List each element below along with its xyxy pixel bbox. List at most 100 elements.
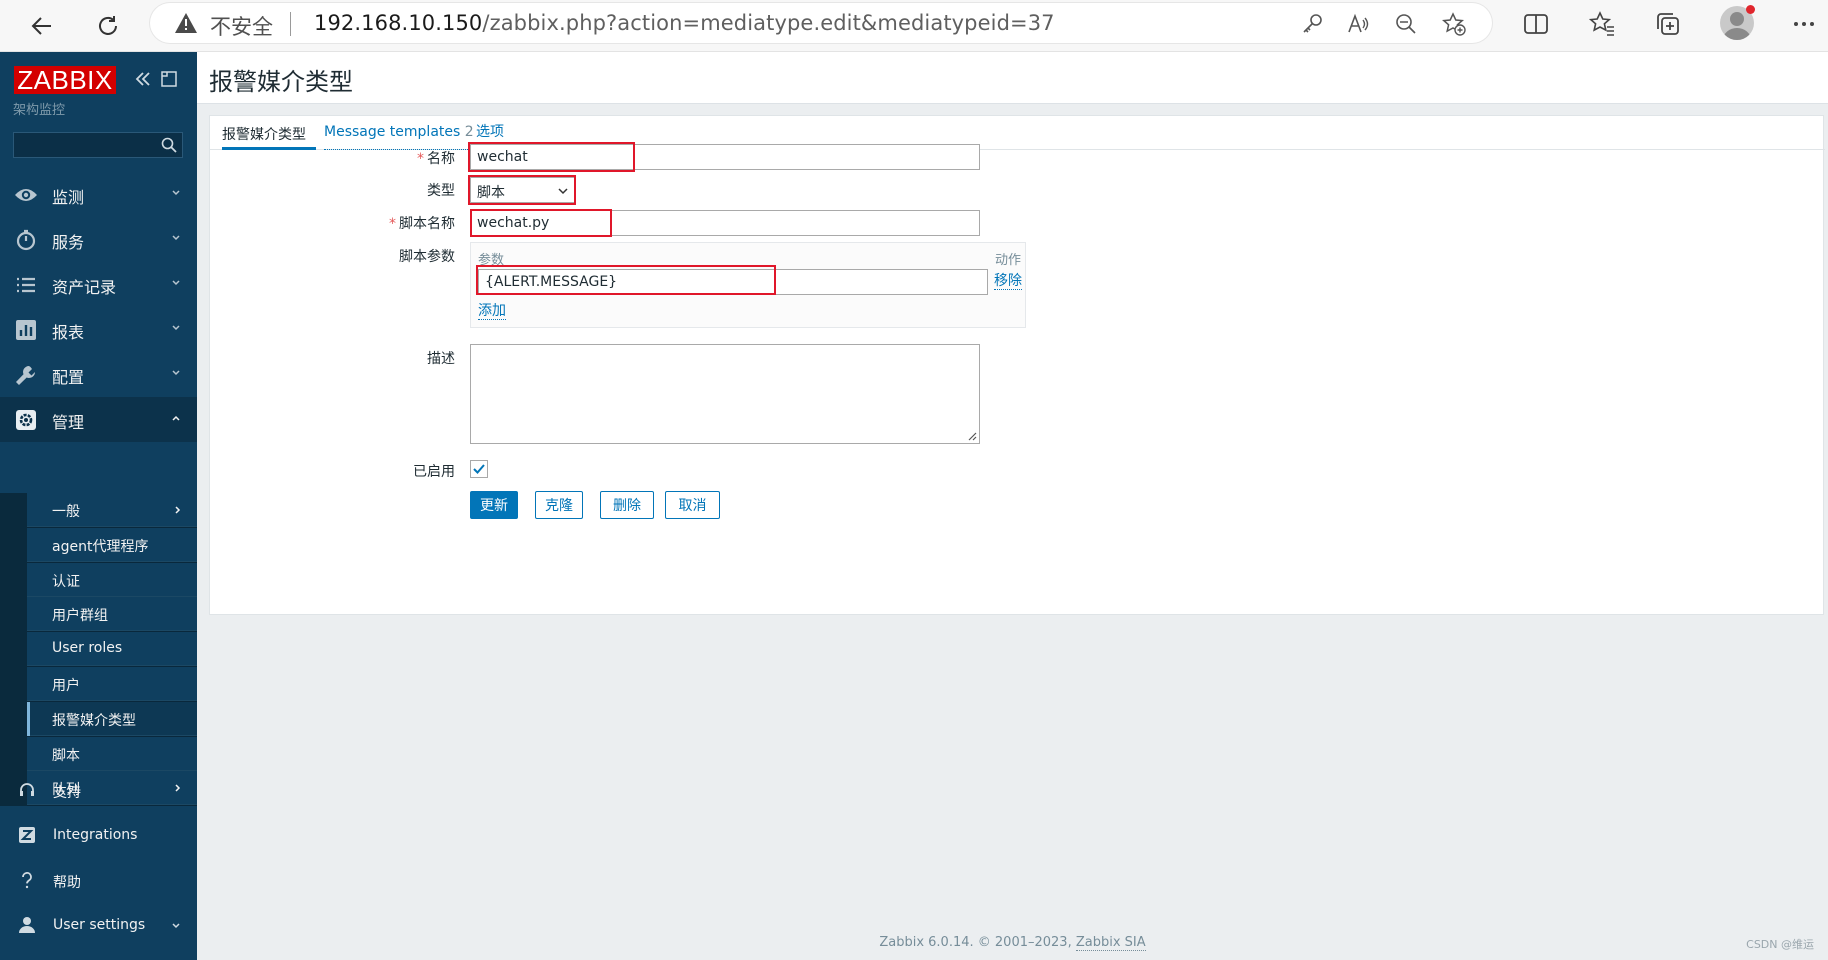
submenu-label: 用户群组	[52, 608, 108, 624]
collections-icon[interactable]	[1654, 10, 1682, 38]
submenu-label: 脚本	[52, 748, 80, 764]
menu-label: 报表	[52, 323, 85, 342]
submenu-item-authentication[interactable]: 认证	[27, 563, 197, 597]
select-value: 脚本	[477, 185, 505, 201]
submenu-item-user-roles[interactable]: User roles	[27, 632, 197, 666]
menu-administration[interactable]: 管理	[0, 397, 197, 442]
enabled-checkbox[interactable]	[470, 460, 488, 478]
submenu-item-scripts[interactable]: 脚本	[27, 737, 197, 771]
menu-monitoring[interactable]: 监测	[0, 172, 197, 217]
add-favorite-icon[interactable]	[1442, 12, 1466, 36]
param-input[interactable]	[478, 269, 988, 295]
watermark: CSDN @维运	[1746, 938, 1814, 951]
reload-button[interactable]	[90, 8, 126, 44]
integrations-icon	[19, 827, 35, 843]
kiosk-mode-icon[interactable]	[160, 70, 178, 88]
submenu-item-user-groups[interactable]: 用户群组	[27, 597, 197, 631]
menu-label: 帮助	[53, 875, 81, 891]
required-asterisk: *	[417, 151, 424, 167]
description-textarea[interactable]	[470, 344, 980, 444]
script-params-table: 参数 动作 移除 添加	[470, 242, 1026, 328]
zoom-out-icon[interactable]	[1394, 12, 1418, 36]
cancel-button[interactable]: 取消	[665, 491, 720, 519]
read-aloud-icon[interactable]	[1346, 12, 1370, 36]
zabbix-logo[interactable]: ZABBIX	[14, 66, 116, 94]
menu-services[interactable]: 服务	[0, 217, 197, 262]
action-column-header: 动作	[995, 253, 1022, 268]
resize-grip-icon[interactable]	[967, 431, 977, 441]
type-label: 类型	[427, 183, 455, 199]
remove-param-link[interactable]: 移除	[994, 273, 1022, 290]
delete-button[interactable]: 删除	[600, 491, 654, 519]
media-type-form: 报警媒介类型 Message templates 2 选项 *名称 类型 脚本 …	[209, 115, 1825, 615]
tab-label: 报警媒介类型	[222, 127, 306, 143]
params-column-header: 参数	[478, 253, 505, 268]
submenu-label: agent代理程序	[52, 539, 149, 555]
copyright-text: Zabbix 6.0.14. © 2001–2023,	[879, 935, 1072, 950]
chevron-up-icon	[172, 415, 180, 421]
menu-user-settings[interactable]: User settings	[0, 903, 197, 947]
key-icon[interactable]	[1300, 12, 1324, 36]
collapse-sidebar-icon[interactable]	[134, 70, 152, 88]
clone-button[interactable]: 克隆	[535, 491, 583, 519]
user-icon	[19, 917, 35, 933]
submenu-label: 认证	[52, 574, 80, 590]
more-icon[interactable]	[1790, 10, 1818, 38]
chevron-right-icon	[175, 506, 181, 514]
menu-reports[interactable]: 报表	[0, 307, 197, 352]
menu-label: 资产记录	[52, 278, 117, 297]
submenu-label: 用户	[52, 678, 80, 694]
security-label[interactable]: 不安全	[210, 11, 273, 41]
list-icon	[17, 277, 35, 293]
menu-label: 管理	[52, 413, 85, 432]
description-label: 描述	[427, 351, 455, 367]
url-text[interactable]: 192.168.10.150/zabbix.php?action=mediaty…	[314, 11, 1055, 35]
favorites-icon[interactable]	[1588, 10, 1616, 38]
menu-label: 支持	[53, 785, 81, 801]
script-name-input[interactable]	[470, 210, 980, 236]
gear-icon	[16, 410, 36, 430]
enabled-label: 已启用	[413, 464, 455, 480]
server-name: 架构监控	[13, 103, 66, 118]
page-title: 报警媒介类型	[209, 68, 353, 96]
chevron-down-icon	[172, 280, 180, 286]
menu-label: 监测	[52, 188, 85, 207]
menu-configuration[interactable]: 配置	[0, 352, 197, 397]
back-arrow-icon	[31, 17, 51, 35]
page-footer: Zabbix 6.0.14. © 2001–2023, Zabbix SIA	[197, 935, 1828, 951]
reload-icon	[99, 16, 117, 35]
submenu-item-general[interactable]: 一般	[27, 493, 197, 527]
split-screen-icon[interactable]	[1522, 10, 1550, 38]
selected-indicator	[27, 702, 30, 736]
menu-inventory[interactable]: 资产记录	[0, 262, 197, 307]
tab-message-templates[interactable]: Message templates 2	[324, 124, 474, 150]
chevron-down-icon	[172, 235, 180, 241]
page-header: 报警媒介类型	[197, 52, 1828, 104]
sidebar-search[interactable]	[13, 132, 183, 158]
tab-label: 选项	[476, 124, 504, 140]
administration-submenu: 一般 agent代理程序 认证 用户群组 User roles 用户 报警媒介类…	[0, 493, 197, 806]
add-param-link[interactable]: 添加	[478, 303, 506, 320]
menu-support[interactable]: 支持	[0, 768, 197, 812]
submenu-item-media-types[interactable]: 报警媒介类型	[27, 702, 197, 736]
submenu-label: User roles	[52, 640, 123, 656]
submenu-item-users[interactable]: 用户	[27, 667, 197, 701]
menu-label: User settings	[53, 917, 146, 933]
menu-help[interactable]: 帮助	[0, 858, 197, 902]
address-bar[interactable]: 不安全 192.168.10.150/zabbix.php?action=med…	[150, 3, 1492, 43]
menu-integrations[interactable]: Integrations	[0, 813, 197, 857]
template-count-badge: 2	[464, 124, 474, 140]
submenu-item-proxies[interactable]: agent代理程序	[27, 528, 197, 562]
script-name-label: * 脚本名称	[389, 216, 455, 232]
update-button[interactable]: 更新	[470, 491, 518, 519]
submenu-label: 一般	[52, 504, 80, 520]
name-input[interactable]	[470, 144, 980, 170]
notification-dot	[1746, 5, 1755, 14]
search-icon[interactable]	[161, 137, 177, 153]
type-select[interactable]: 脚本	[470, 177, 576, 203]
stopwatch-icon	[16, 229, 36, 251]
back-button[interactable]	[24, 8, 60, 44]
company-link[interactable]: Zabbix SIA	[1075, 935, 1146, 951]
tab-media-type[interactable]: 报警媒介类型	[222, 124, 316, 150]
divider	[290, 12, 291, 36]
